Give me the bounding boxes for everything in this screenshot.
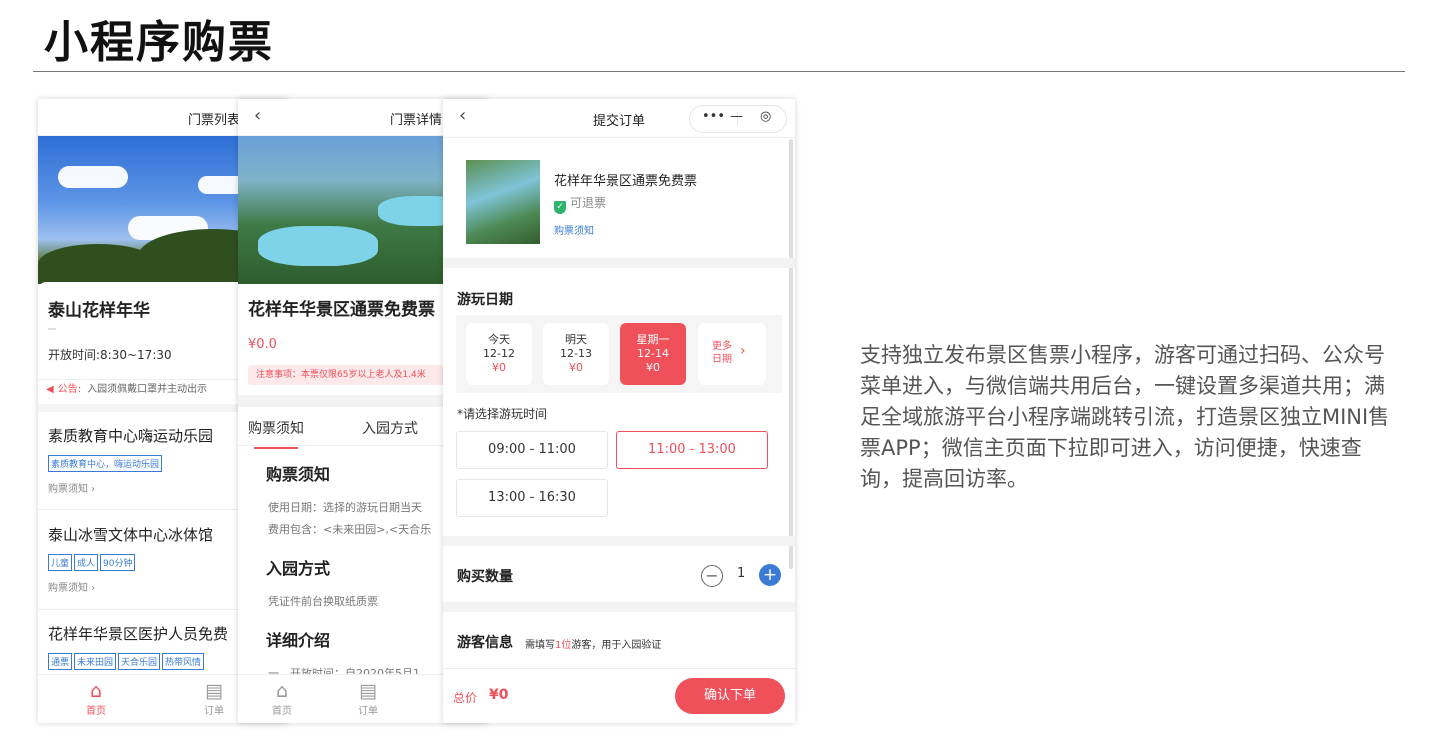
tab-home-label: 首页 <box>86 706 106 717</box>
miniprogram-capsule: ••• — ◎ <box>689 105 787 133</box>
open-hours: 开放时间:8:30~17:30 <box>48 348 172 362</box>
decrease-quantity-button[interactable]: − <box>701 565 723 587</box>
divider-dash <box>48 328 56 330</box>
ticket-tag: 素质教育中心，嗨运动乐园 <box>48 455 163 472</box>
megaphone-icon: ◀ <box>46 384 54 395</box>
time-slot[interactable]: 13:00 - 16:30 <box>456 479 608 517</box>
check-shield-icon: ✓ <box>554 201 566 214</box>
section-text: 使用日期：选择的游玩日期当天 <box>268 501 422 514</box>
ticket-tag: 通票 <box>48 653 73 670</box>
ticket-tag: 儿童 <box>48 554 73 571</box>
date-label: 明天 <box>565 333 587 346</box>
feature-description: 支持独立发布景区售票小程序，游客可通过扫码、公众号菜单进入，与微信端共用后台，一… <box>860 343 1390 491</box>
date-price: ¥0 <box>646 361 660 374</box>
slide-title: 小程序购票 <box>44 17 274 68</box>
tab-purchase-notice[interactable]: 购票须知 <box>248 418 304 449</box>
notice-text: 入园须佩戴口罩并主动出示 <box>87 384 208 395</box>
list-header-title: 门票列表 <box>188 113 241 128</box>
tab-orders[interactable]: ▤ 订单 <box>338 680 398 717</box>
date-selector: 今天 12-12 ¥0 明天 12-13 ¥0 星期一 12-14 ¥0 更多日… <box>456 315 782 393</box>
play-date-title: 游玩日期 <box>457 292 513 308</box>
product-thumbnail <box>466 160 540 244</box>
close-icon[interactable]: ◎ <box>760 109 771 124</box>
detail-price: ¥0.0 <box>248 337 277 352</box>
date-label: 今天 <box>488 333 510 346</box>
quantity-label: 购买数量 <box>457 569 513 585</box>
tab-entry-method[interactable]: 入园方式 <box>362 418 418 438</box>
minimize-icon[interactable]: — <box>730 109 743 124</box>
tab-orders-label: 订单 <box>358 706 378 717</box>
increase-quantity-button[interactable]: + <box>759 564 781 586</box>
ticket-tag: 天合乐园 <box>118 653 161 670</box>
date-value: 12-12 <box>483 347 515 360</box>
order-header: ‹ 提交订单 ••• — ◎ <box>443 99 795 138</box>
date-option[interactable]: 明天 12-13 ¥0 <box>543 323 609 385</box>
total-label: 总价 <box>453 691 478 705</box>
tab-orders[interactable]: ▤ 订单 <box>184 680 244 717</box>
time-slot[interactable]: 09:00 - 11:00 <box>456 431 608 469</box>
total-price: ¥0 <box>489 687 509 703</box>
ticket-tag: 90分钟 <box>100 554 136 571</box>
product-summary: 花样年华景区通票免费票 ✓ 可退票 购票须知 <box>443 138 795 268</box>
more-icon[interactable]: ••• <box>702 109 725 124</box>
visitor-info-hint: 需填写1位游客，用于入园验证 <box>525 640 662 651</box>
back-arrow-icon[interactable]: ‹ <box>459 105 466 126</box>
time-slot-selected[interactable]: 11:00 - 13:00 <box>616 431 768 469</box>
scenic-name: 泰山花样年华 <box>48 301 150 321</box>
quantity-value: 1 <box>737 566 746 581</box>
home-icon: ⌂ <box>89 680 103 702</box>
detail-ticket-name: 花样年华景区通票免费票 <box>248 300 435 320</box>
section-gap <box>443 602 795 612</box>
detail-header-title: 门票详情 <box>390 113 443 128</box>
section-heading: 入园方式 <box>266 559 331 578</box>
purchase-notice-link[interactable]: 购票须知 <box>554 222 594 237</box>
notice-label: 公告: <box>57 384 82 395</box>
confirm-order-button[interactable]: 确认下单 <box>675 678 785 714</box>
tab-home[interactable]: ⌂ 首页 <box>252 680 312 717</box>
tab-home[interactable]: ⌂ 首页 <box>66 680 126 717</box>
cloud-shape <box>58 166 128 188</box>
date-option[interactable]: 今天 12-12 ¥0 <box>466 323 532 385</box>
tab-orders-label: 订单 <box>204 706 224 717</box>
date-option-selected[interactable]: 星期一 12-14 ¥0 <box>620 323 686 385</box>
product-name: 花样年华景区通票免费票 <box>554 174 698 189</box>
more-dates-label: 更多 日期 <box>712 341 732 365</box>
back-arrow-icon[interactable]: ‹ <box>254 105 261 126</box>
refundable-badge: ✓ 可退票 <box>554 194 606 214</box>
more-dates-button[interactable]: 更多 日期 › <box>698 323 766 385</box>
date-label: 星期一 <box>636 333 670 346</box>
visitor-info-title: 游客信息 <box>457 635 513 651</box>
time-prompt: *请选择游玩时间 <box>457 407 548 421</box>
date-price: ¥0 <box>569 361 583 374</box>
section-text: 凭证件前台换取纸质票 <box>268 595 378 608</box>
order-header-title: 提交订单 <box>593 114 646 129</box>
date-price: ¥0 <box>492 361 506 374</box>
date-value: 12-14 <box>637 347 669 360</box>
date-value: 12-13 <box>560 347 592 360</box>
section-heading: 购票须知 <box>266 465 331 484</box>
title-divider <box>33 71 1405 72</box>
chevron-right-icon: › <box>740 343 746 359</box>
order-icon: ▤ <box>205 680 223 702</box>
ticket-tag: 未来田园 <box>74 653 117 670</box>
section-heading: 详细介绍 <box>266 631 331 650</box>
ticket-tag: 成人 <box>74 554 99 571</box>
order-bottom-bar: 总价 ¥0 确认下单 <box>443 668 795 723</box>
section-gap <box>443 536 795 546</box>
refundable-text: 可退票 <box>570 196 607 210</box>
submit-order-screen: ‹ 提交订单 ••• — ◎ 花样年华景区通票免费票 ✓ 可退票 购票须知 游玩日… <box>443 99 795 723</box>
section-text: 费用包含：<未来田园>,<天合乐 <box>268 523 432 536</box>
tab-home-label: 首页 <box>272 706 292 717</box>
home-icon: ⌂ <box>275 680 289 702</box>
ticket-tag: 热带风情 <box>162 653 205 670</box>
order-icon: ▤ <box>359 680 377 702</box>
pool-shape <box>258 226 378 266</box>
